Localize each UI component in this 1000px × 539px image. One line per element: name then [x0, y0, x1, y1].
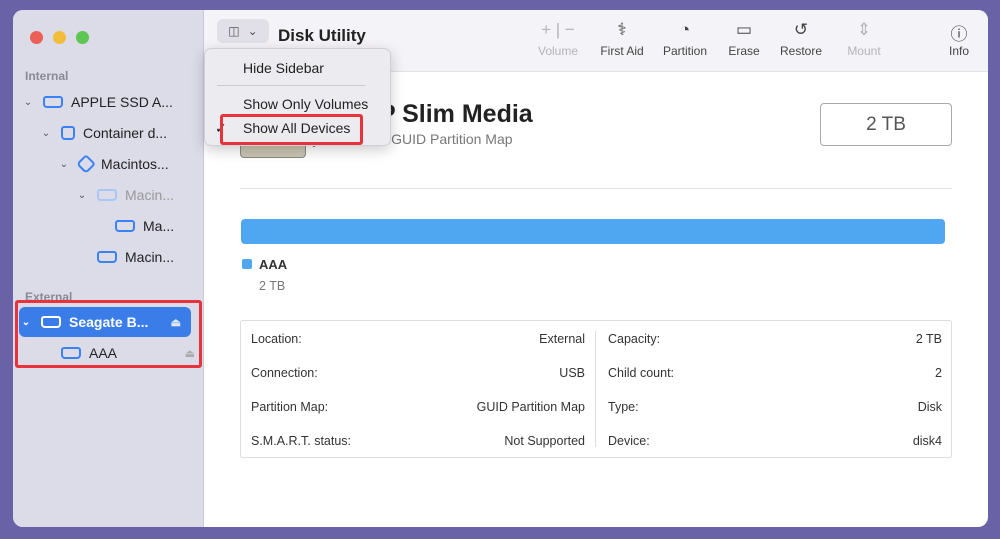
- sidebar-item-apple-ssd[interactable]: ⌄ APPLE SSD A...: [21, 87, 173, 117]
- close-button[interactable]: [30, 31, 43, 44]
- minimize-button[interactable]: [53, 31, 66, 44]
- first-aid-button[interactable]: ⚕ First Aid: [594, 20, 650, 58]
- column-divider: [595, 331, 596, 447]
- volume-color-swatch: [242, 259, 252, 269]
- window-controls: [30, 31, 89, 44]
- highlight-box: [15, 300, 202, 368]
- chevron-down-icon[interactable]: ⌄: [39, 128, 53, 139]
- chevron-down-icon: ⌄: [247, 24, 258, 38]
- info-icon: ⓘ: [950, 25, 968, 44]
- item-label: Macin...: [125, 187, 175, 203]
- menu-item-hide-sidebar[interactable]: Hide Sidebar: [243, 60, 324, 76]
- sidebar-item-macintosh[interactable]: ⌄ Macintos...: [57, 149, 169, 179]
- volume-size: 2 TB: [259, 279, 286, 293]
- info-row: Type: Disk: [608, 400, 942, 414]
- drive-icon: [43, 96, 63, 108]
- item-label: Macin...: [125, 249, 175, 265]
- container-icon: [61, 126, 75, 140]
- item-label: Container d...: [83, 125, 168, 141]
- app-title: Disk Utility: [278, 26, 366, 45]
- sidebar-item-ma[interactable]: Ma...: [107, 211, 174, 241]
- chevron-down-icon[interactable]: ⌄: [21, 97, 35, 108]
- mount-button[interactable]: ⇕ Mount: [834, 20, 894, 58]
- restore-icon: ↺: [793, 20, 809, 39]
- partition-button[interactable]: ◔ Partition: [659, 20, 711, 58]
- usage-bar: [241, 219, 945, 244]
- plus-minus-icon: + | −: [541, 20, 575, 39]
- sidebar-item-macin-data[interactable]: Macin...: [89, 242, 174, 272]
- erase-drive-icon: ▭: [735, 20, 753, 39]
- pie-chart-icon: ◔: [679, 20, 691, 39]
- info-row: Location: External: [251, 332, 585, 346]
- mount-icon: ⇕: [856, 20, 872, 39]
- restore-button[interactable]: ↺ Restore: [776, 20, 826, 58]
- info-button[interactable]: ⓘ Info: [944, 20, 974, 58]
- item-label: Macintos...: [101, 156, 169, 172]
- item-label: APPLE SSD A...: [71, 94, 173, 110]
- info-row: Capacity: 2 TB: [608, 332, 942, 346]
- disk-size-badge: 2 TB: [820, 103, 952, 146]
- sidebar-item-container[interactable]: ⌄ Container d...: [39, 118, 167, 148]
- stethoscope-icon: ⚕: [617, 20, 627, 39]
- info-row: S.M.A.R.T. status: Not Supported: [251, 434, 585, 448]
- sidebar-icon: ◫: [228, 24, 240, 38]
- drive-icon: [115, 220, 135, 232]
- erase-button[interactable]: ▭ Erase: [722, 20, 766, 58]
- info-row: Partition Map: GUID Partition Map: [251, 400, 585, 414]
- sidebar-toggle-button[interactable]: ◫ ⌄: [217, 19, 269, 43]
- menu-separator: [217, 85, 365, 86]
- volume-name: AAA: [259, 257, 288, 272]
- volume-button[interactable]: + | − Volume: [532, 20, 584, 58]
- highlight-box: [220, 114, 363, 145]
- section-internal: Internal: [25, 69, 69, 83]
- sidebar-item-macin-snapshot[interactable]: ⌄ Macin...: [75, 180, 174, 210]
- info-row: Connection: USB: [251, 366, 585, 380]
- chevron-down-icon[interactable]: ⌄: [75, 190, 89, 201]
- layers-icon: [76, 154, 96, 174]
- divider: [240, 188, 952, 189]
- info-row: Device: disk4: [608, 434, 942, 448]
- drive-icon: [97, 189, 117, 201]
- menu-item-show-only-volumes[interactable]: Show Only Volumes: [243, 96, 368, 112]
- item-label: Ma...: [143, 218, 175, 234]
- info-row: Child count: 2: [608, 366, 942, 380]
- chevron-down-icon[interactable]: ⌄: [57, 159, 71, 170]
- zoom-button[interactable]: [76, 31, 89, 44]
- info-table: Location: External Connection: USB Partiti…: [240, 320, 952, 458]
- drive-icon: [97, 251, 117, 263]
- sidebar: Internal ⌄ APPLE SSD A... ⌄ Container d...…: [13, 10, 204, 527]
